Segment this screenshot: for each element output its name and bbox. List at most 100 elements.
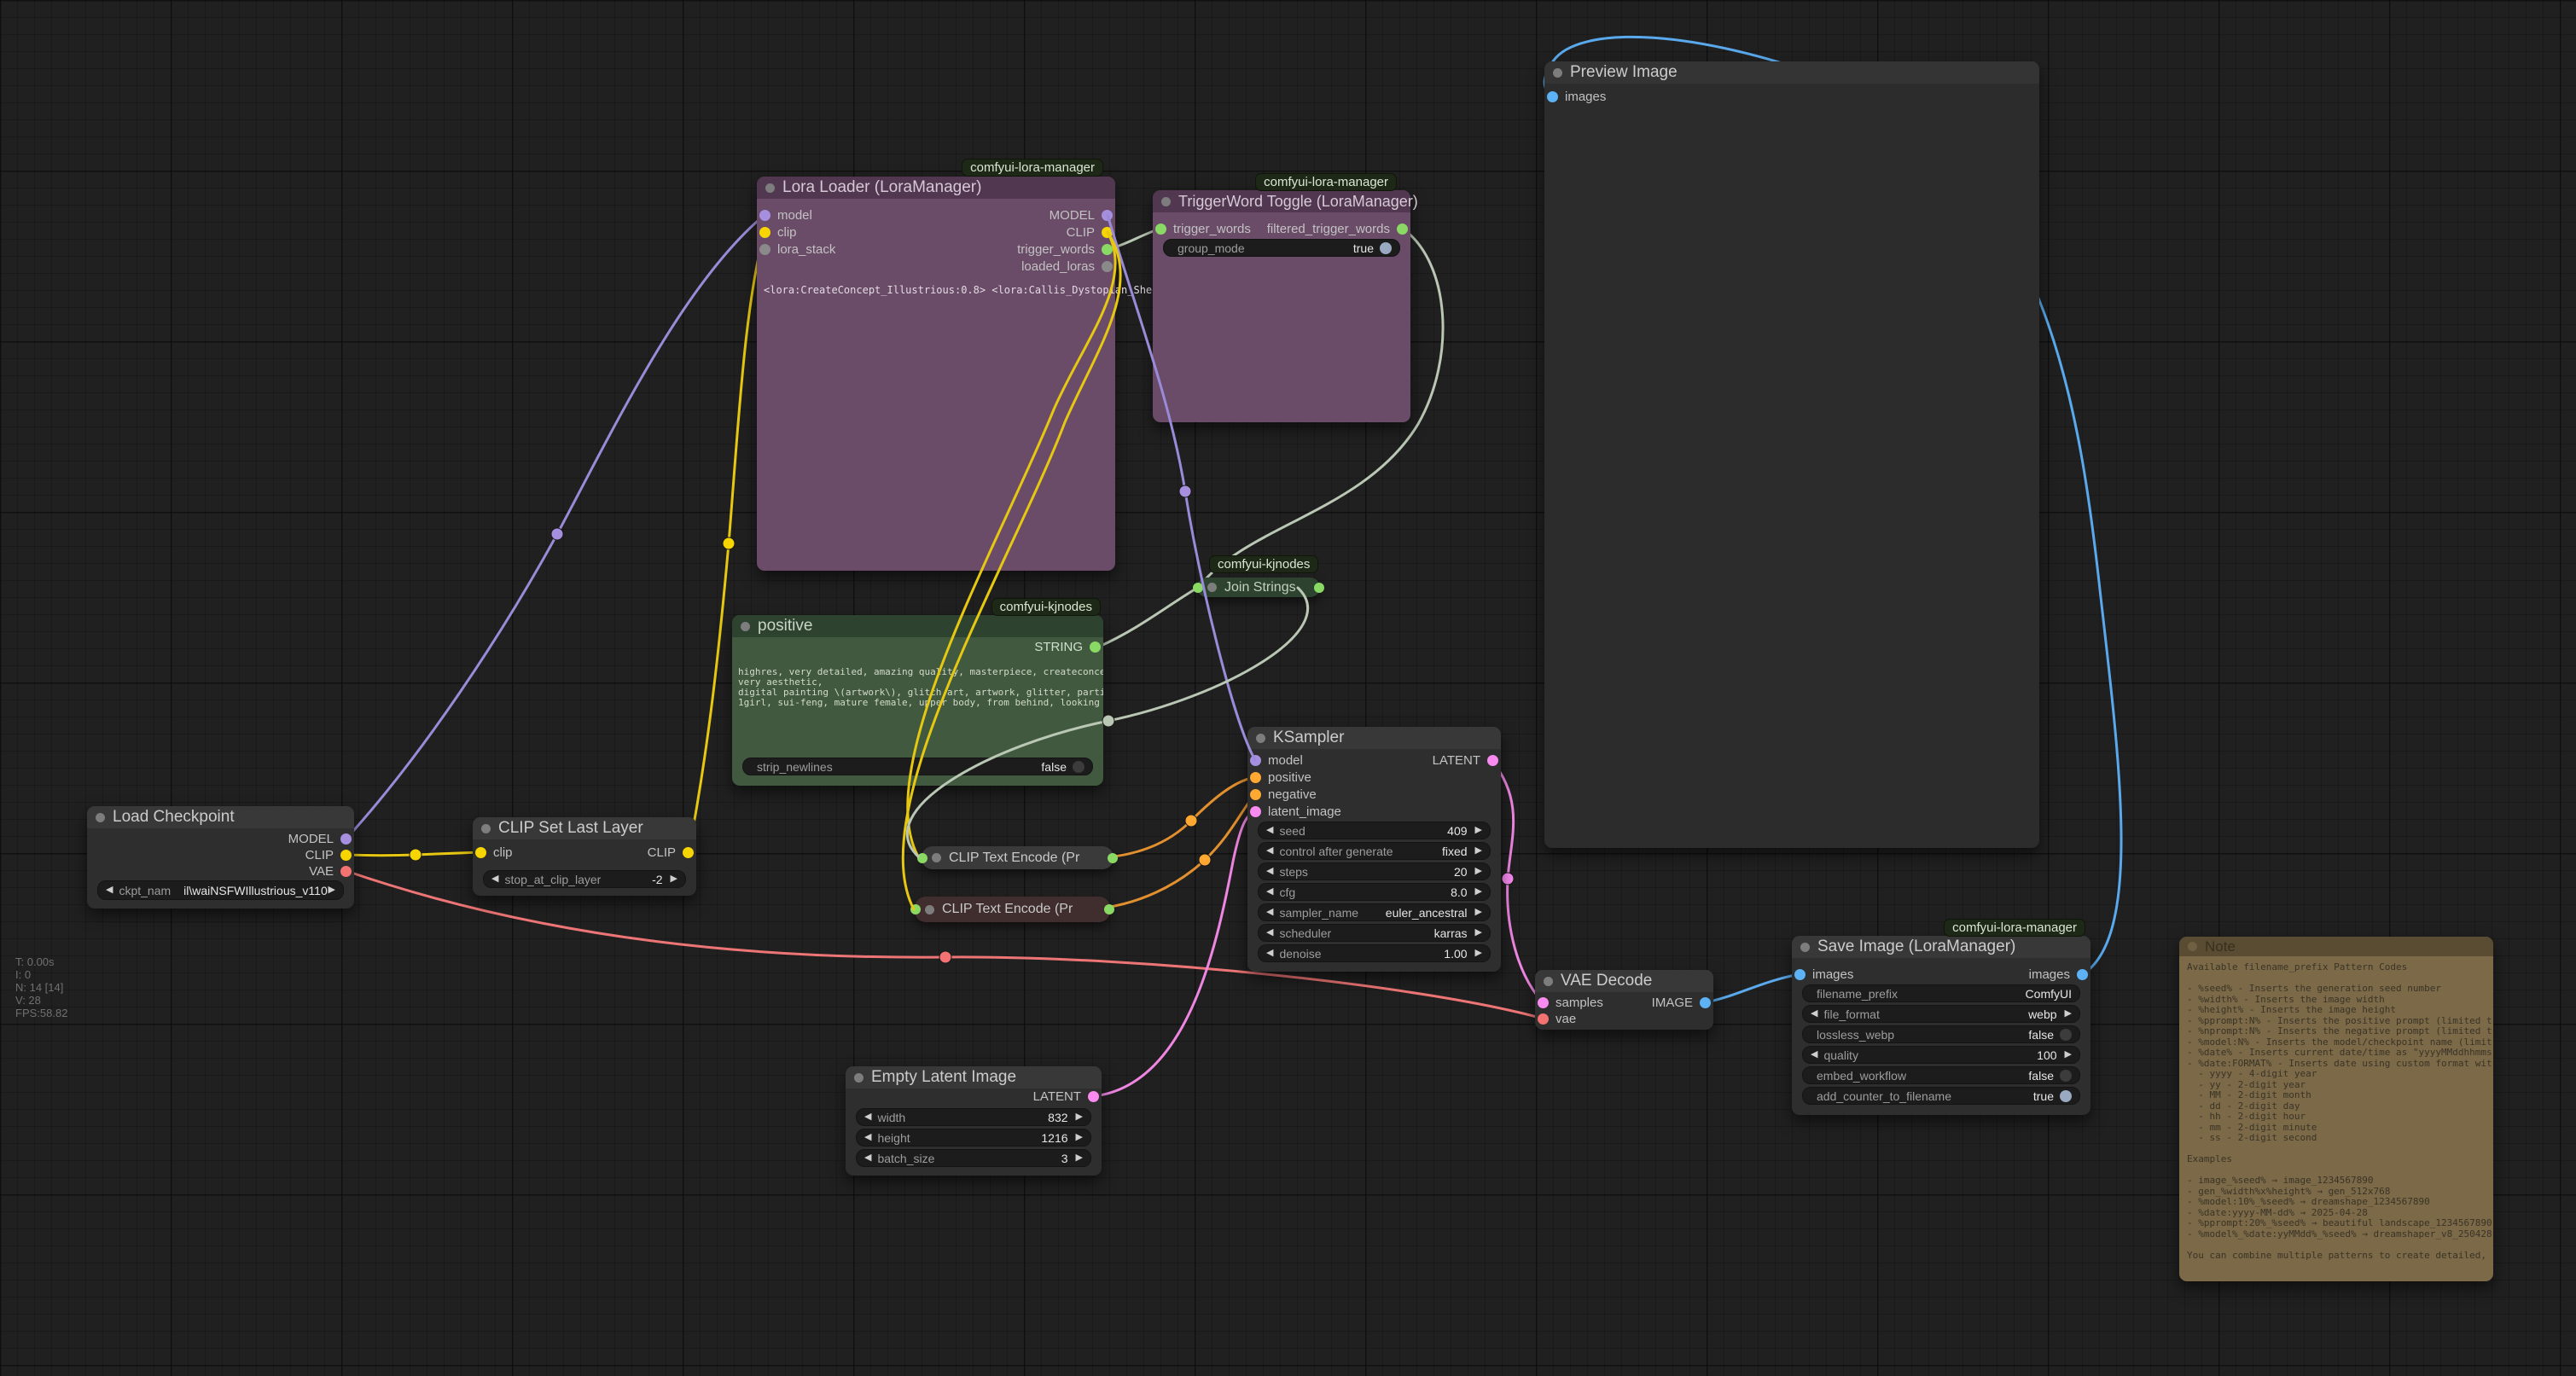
clip-slot-icon[interactable]: [759, 227, 770, 238]
output-slot-latent[interactable]: LATENT: [1433, 752, 1498, 768]
collapse-dot-icon[interactable]: [1800, 943, 1810, 952]
collapse-dot-icon[interactable]: [741, 622, 750, 631]
control-after-generate-widget[interactable]: ◀control after generatefixed▶: [1258, 842, 1491, 860]
stop-at-clip-layer-widget[interactable]: ◀ stop_at_clip_layer -2 ▶: [483, 870, 686, 888]
output-slot-loaded-loras[interactable]: loaded_loras: [1021, 258, 1113, 274]
node-load-checkpoint[interactable]: Load Checkpoint MODEL CLIP VAE ◀ ckpt_na…: [87, 806, 354, 909]
height-widget[interactable]: ◀height1216▶: [856, 1129, 1091, 1147]
node-join-strings[interactable]: comfyui-kjnodes Join Strings: [1197, 578, 1320, 597]
output-slot-image[interactable]: IMAGE: [1652, 995, 1711, 1010]
toggle-on-icon[interactable]: [2060, 1090, 2072, 1102]
toggle-off-icon[interactable]: [1073, 761, 1084, 773]
collapse-dot-icon[interactable]: [1544, 977, 1553, 986]
decrement-arrow-icon[interactable]: ◀: [491, 874, 498, 884]
cfg-widget[interactable]: ◀cfg8.0▶: [1258, 883, 1491, 901]
output-slot-filtered-trigger-words[interactable]: filtered_trigger_words: [1267, 221, 1408, 236]
filename-prefix-widget[interactable]: filename_prefixComfyUI: [1802, 984, 2080, 1002]
collapse-dot-icon[interactable]: [765, 183, 775, 193]
string-slot-icon[interactable]: [1090, 642, 1101, 653]
scheduler-widget[interactable]: ◀schedulerkarras▶: [1258, 924, 1491, 942]
decrement-arrow-icon[interactable]: ◀: [1266, 867, 1273, 876]
output-slot-icon[interactable]: [1108, 853, 1118, 863]
output-slot-trigger-words[interactable]: trigger_words: [1017, 241, 1113, 257]
trigger-words-slot-icon[interactable]: [1155, 224, 1166, 235]
collapse-dot-icon[interactable]: [932, 853, 941, 862]
conditioning-slot-icon[interactable]: [1250, 789, 1261, 800]
model-slot-icon[interactable]: [759, 210, 770, 221]
image-slot-icon[interactable]: [2077, 969, 2088, 980]
input-slot-vae[interactable]: vae: [1538, 1011, 1576, 1026]
node-note[interactable]: Note Available filename_prefix Pattern C…: [2179, 937, 2493, 1281]
batch-size-widget[interactable]: ◀batch_size3▶: [856, 1149, 1091, 1167]
increment-arrow-icon[interactable]: ▶: [1475, 908, 1482, 917]
steps-widget[interactable]: ◀steps20▶: [1258, 862, 1491, 880]
lossless-webp-toggle[interactable]: lossless_webpfalse: [1802, 1025, 2080, 1043]
increment-arrow-icon[interactable]: ▶: [1475, 826, 1482, 835]
input-slot-trigger-words[interactable]: trigger_words: [1155, 221, 1251, 236]
clip-slot-icon[interactable]: [340, 850, 352, 861]
input-slot-lora-stack[interactable]: lora_stack: [759, 241, 835, 257]
loaded-loras-slot-icon[interactable]: [1102, 261, 1113, 272]
decrement-arrow-icon[interactable]: ◀: [1811, 1050, 1817, 1060]
output-slot-icon[interactable]: [1314, 583, 1324, 593]
increment-arrow-icon[interactable]: ▶: [329, 885, 335, 895]
collapse-dot-icon[interactable]: [854, 1073, 864, 1083]
note-text[interactable]: Available filename_prefix Pattern Codes …: [2187, 962, 2492, 1278]
collapse-dot-icon[interactable]: [2188, 942, 2197, 951]
input-slot-model[interactable]: model: [1250, 752, 1303, 768]
ckpt-name-widget[interactable]: ◀ ckpt_name il\waiNSFWIllustrious_v110.s…: [97, 880, 344, 900]
input-slot-images[interactable]: images: [1547, 89, 1606, 104]
output-slot-model[interactable]: MODEL: [288, 831, 352, 846]
denoise-widget[interactable]: ◀denoise1.00▶: [1258, 944, 1491, 962]
increment-arrow-icon[interactable]: ▶: [1076, 1133, 1083, 1142]
output-slot-clip[interactable]: CLIP: [305, 847, 352, 862]
decrement-arrow-icon[interactable]: ◀: [864, 1112, 871, 1122]
input-slot-images[interactable]: images: [1794, 967, 1853, 982]
node-clip-text-encode-negative[interactable]: CLIP Text Encode (Pr: [915, 897, 1110, 922]
collapse-dot-icon[interactable]: [1161, 197, 1171, 206]
input-slot-icon[interactable]: [910, 904, 921, 914]
output-slot-model[interactable]: MODEL: [1050, 207, 1113, 223]
input-slot-positive[interactable]: positive: [1250, 769, 1311, 785]
conditioning-slot-icon[interactable]: [1250, 772, 1261, 783]
node-empty-latent-image[interactable]: Empty Latent Image LATENT ◀width832▶ ◀he…: [846, 1066, 1102, 1176]
sampler-name-widget[interactable]: ◀sampler_nameeuler_ancestral▶: [1258, 903, 1491, 921]
node-ksampler[interactable]: KSampler model positive negative latent_…: [1247, 727, 1501, 972]
decrement-arrow-icon[interactable]: ◀: [1266, 928, 1273, 938]
add-counter-to-filename-toggle[interactable]: add_counter_to_filenametrue: [1802, 1087, 2080, 1105]
output-slot-images[interactable]: images: [2029, 967, 2088, 982]
decrement-arrow-icon[interactable]: ◀: [864, 1133, 871, 1142]
model-slot-icon[interactable]: [1102, 210, 1113, 221]
clip-slot-icon[interactable]: [475, 847, 486, 858]
toggle-off-icon[interactable]: [2060, 1029, 2072, 1041]
latent-slot-icon[interactable]: [1487, 755, 1498, 766]
input-slot-samples[interactable]: samples: [1538, 995, 1603, 1010]
increment-arrow-icon[interactable]: ▶: [1475, 887, 1482, 897]
decrement-arrow-icon[interactable]: ◀: [1266, 949, 1273, 958]
group-mode-toggle[interactable]: group_mode true: [1163, 239, 1400, 257]
clip-slot-icon[interactable]: [683, 847, 694, 858]
lora-stack-slot-icon[interactable]: [759, 244, 770, 255]
increment-arrow-icon[interactable]: ▶: [1076, 1112, 1083, 1122]
increment-arrow-icon[interactable]: ▶: [1475, 846, 1482, 856]
input-slot-clip[interactable]: clip: [475, 845, 513, 860]
decrement-arrow-icon[interactable]: ◀: [1266, 908, 1273, 917]
node-positive-prompt[interactable]: comfyui-kjnodes positive STRING highres,…: [732, 615, 1103, 786]
output-slot-string[interactable]: STRING: [1034, 639, 1101, 654]
vae-slot-icon[interactable]: [340, 866, 352, 877]
output-slot-latent[interactable]: LATENT: [1033, 1089, 1099, 1104]
node-vae-decode[interactable]: VAE Decode samples vae IMAGE: [1535, 970, 1713, 1030]
seed-widget[interactable]: ◀seed409▶: [1258, 822, 1491, 839]
increment-arrow-icon[interactable]: ▶: [1076, 1153, 1083, 1163]
collapse-dot-icon[interactable]: [925, 905, 934, 914]
trigger-words-slot-icon[interactable]: [1102, 244, 1113, 255]
input-slot-negative[interactable]: negative: [1250, 787, 1317, 802]
input-slot-icon[interactable]: [1193, 583, 1203, 593]
prompt-text[interactable]: highres, very detailed, amazing quality,…: [738, 667, 1103, 749]
increment-arrow-icon[interactable]: ▶: [1475, 949, 1482, 958]
collapse-dot-icon[interactable]: [481, 824, 491, 833]
output-slot-clip[interactable]: CLIP: [1067, 224, 1113, 240]
increment-arrow-icon[interactable]: ▶: [2065, 1009, 2072, 1019]
node-graph-canvas[interactable]: Load Checkpoint MODEL CLIP VAE ◀ ckpt_na…: [0, 0, 2576, 1376]
latent-slot-icon[interactable]: [1538, 997, 1549, 1008]
